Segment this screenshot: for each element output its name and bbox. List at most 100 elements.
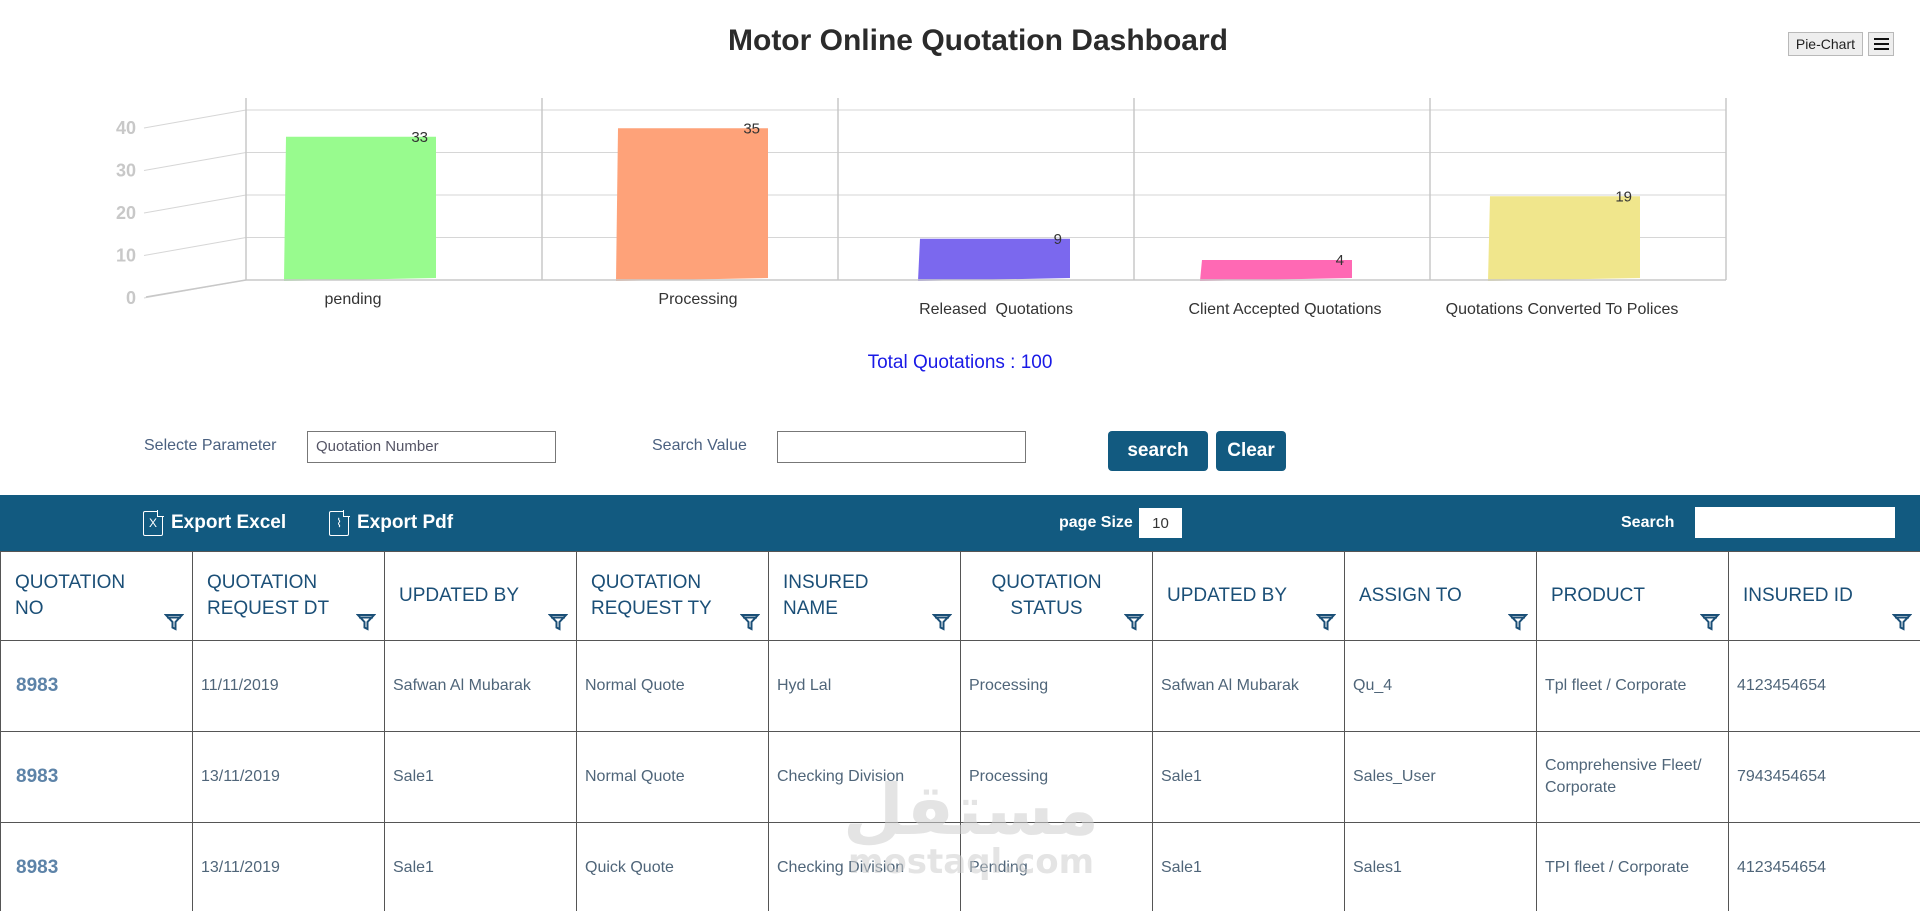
gridline-depth — [143, 109, 247, 129]
y-tick-label: 0 — [126, 288, 136, 308]
column-header-label: ASSIGN TO — [1359, 585, 1462, 607]
table-row[interactable]: 8983 13/11/2019 Sale1 Quick Quote Checking D… — [0, 822, 1920, 911]
table-cell: Tpl fleet / Corporate — [1536, 640, 1729, 732]
filter-icon[interactable] — [1508, 612, 1528, 632]
table-cell: Pending — [960, 822, 1153, 911]
table-cell: Quick Quote — [576, 822, 769, 911]
table-cell: 13/11/2019 — [192, 731, 385, 823]
table-cell: Processing — [960, 640, 1153, 732]
filter-icon[interactable] — [164, 612, 184, 632]
total-quotations: Total Quotations : 100 — [867, 352, 1053, 373]
column-header-label: QUOTATION REQUEST DT — [207, 572, 330, 619]
excel-file-icon: X — [143, 509, 164, 536]
hamburger-menu-icon[interactable] — [1868, 32, 1894, 56]
export-pdf-button[interactable]: ⌇ Export Pdf — [329, 495, 453, 551]
quotation-number-link[interactable]: 8983 — [0, 731, 193, 823]
column-header-label: QUOTATION STATUS — [991, 572, 1102, 619]
column-header[interactable]: PRODUCT — [1536, 551, 1729, 641]
page-title: Motor Online Quotation Dashboard — [728, 24, 1228, 57]
bar — [616, 128, 768, 281]
column-header-label: INSURED ID — [1743, 585, 1853, 607]
table-cell: Safwan Al Mubarak — [384, 640, 577, 732]
column-header[interactable]: INSURED ID — [1728, 551, 1920, 641]
table-cell: Sale1 — [1152, 731, 1345, 823]
quotation-number-link[interactable]: 8983 — [0, 822, 193, 911]
x-category-label: Processing — [658, 291, 737, 308]
search-value-label: Search Value — [652, 437, 747, 454]
table-cell: Sale1 — [1152, 822, 1345, 911]
filter-icon[interactable] — [932, 612, 952, 632]
table-cell: Sale1 — [384, 731, 577, 823]
column-header[interactable]: ASSIGN TO — [1344, 551, 1537, 641]
y-tick-label: 30 — [116, 161, 136, 181]
gridline-depth — [143, 194, 247, 214]
table-cell: Processing — [960, 731, 1153, 823]
table-cell: Checking Division — [768, 731, 961, 823]
pie-chart-button[interactable]: Pie-Chart — [1787, 32, 1863, 56]
filter-icon[interactable] — [1700, 612, 1720, 632]
table-cell: Normal Quote — [576, 640, 769, 732]
bar — [1488, 196, 1640, 281]
column-header-label: PRODUCT — [1551, 585, 1645, 607]
table-cell: 11/11/2019 — [192, 640, 385, 732]
table-cell: 13/11/2019 — [192, 822, 385, 911]
bar — [1200, 260, 1352, 281]
search-button[interactable]: search — [1108, 431, 1208, 471]
bar-value-label: 33 — [411, 129, 428, 146]
y-tick-label: 40 — [116, 118, 136, 138]
filter-icon[interactable] — [356, 612, 376, 632]
filter-icon[interactable] — [1892, 612, 1912, 632]
table-cell: Sale1 — [384, 822, 577, 911]
table-cell: 4123454654 — [1728, 640, 1920, 732]
clear-button[interactable]: Clear — [1216, 431, 1286, 471]
column-header[interactable]: QUOTATION REQUEST TY — [576, 551, 769, 641]
table-cell: Checking Division — [768, 822, 961, 911]
table-cell: 4123454654 — [1728, 822, 1920, 911]
export-pdf-label: Export Pdf — [357, 512, 454, 533]
column-header[interactable]: QUOTATION STATUS — [960, 551, 1153, 641]
x-category-label: Released Quotations — [919, 301, 1073, 318]
x-category-label: pending — [325, 291, 382, 308]
export-excel-button[interactable]: X Export Excel — [143, 495, 286, 551]
column-header-label: QUOTATION NO — [15, 572, 126, 619]
gridline-depth — [143, 152, 247, 171]
column-header[interactable]: QUOTATION REQUEST DT — [192, 551, 385, 641]
bar-value-label: 9 — [1054, 231, 1062, 248]
filter-icon[interactable] — [548, 612, 568, 632]
bar-value-label: 4 — [1336, 252, 1344, 269]
table-toolbar: X Export Excel ⌇ Export Pdf page Size Se… — [0, 495, 1920, 551]
baseline-depth — [145, 279, 247, 298]
column-header[interactable]: UPDATED BY — [1152, 551, 1345, 641]
quotations-table: QUOTATION NO QUOTATION REQUEST DT UPDATED … — [0, 551, 1920, 911]
table-row[interactable]: 8983 11/11/2019 Safwan Al Mubarak Normal Qu… — [0, 640, 1920, 732]
parameter-select[interactable]: Quotation Number — [307, 431, 556, 463]
bar-value-label: 35 — [743, 120, 760, 137]
column-header[interactable]: INSURED NAME — [768, 551, 961, 641]
export-excel-label: Export Excel — [171, 512, 287, 533]
bar-value-label: 19 — [1615, 188, 1632, 205]
column-header[interactable]: UPDATED BY — [384, 551, 577, 641]
page-size-input[interactable]: 10 — [1139, 508, 1182, 538]
table-cell: Sales_User — [1344, 731, 1537, 823]
y-tick-label: 20 — [116, 203, 136, 223]
filter-icon[interactable] — [740, 612, 760, 632]
table-cell: Comprehensive Fleet/ Corporate — [1536, 731, 1729, 823]
x-category-label: Client Accepted Quotations — [1188, 301, 1381, 318]
filter-icon[interactable] — [1316, 612, 1336, 632]
column-header[interactable]: QUOTATION NO — [0, 551, 193, 641]
chart-controls: Pie-Chart — [1787, 32, 1894, 56]
table-header-row: QUOTATION NO QUOTATION REQUEST DT UPDATED … — [0, 551, 1920, 641]
table-cell: Hyd Lal — [768, 640, 961, 732]
page-size-label: page Size — [1059, 514, 1133, 531]
column-header-label: INSURED NAME — [783, 572, 869, 619]
parameter-label: Selecte Parameter — [144, 437, 277, 454]
quotation-number-link[interactable]: 8983 — [0, 640, 193, 732]
table-row[interactable]: 8983 13/11/2019 Sale1 Normal Quote Checking … — [0, 731, 1920, 823]
search-value-input[interactable] — [777, 431, 1026, 463]
gridline-depth — [143, 237, 247, 256]
table-cell: Qu_4 — [1344, 640, 1537, 732]
y-tick-label: 10 — [116, 246, 136, 266]
table-search-input[interactable] — [1695, 507, 1895, 538]
filter-icon[interactable] — [1124, 612, 1144, 632]
table-search-label: Search — [1621, 514, 1675, 531]
